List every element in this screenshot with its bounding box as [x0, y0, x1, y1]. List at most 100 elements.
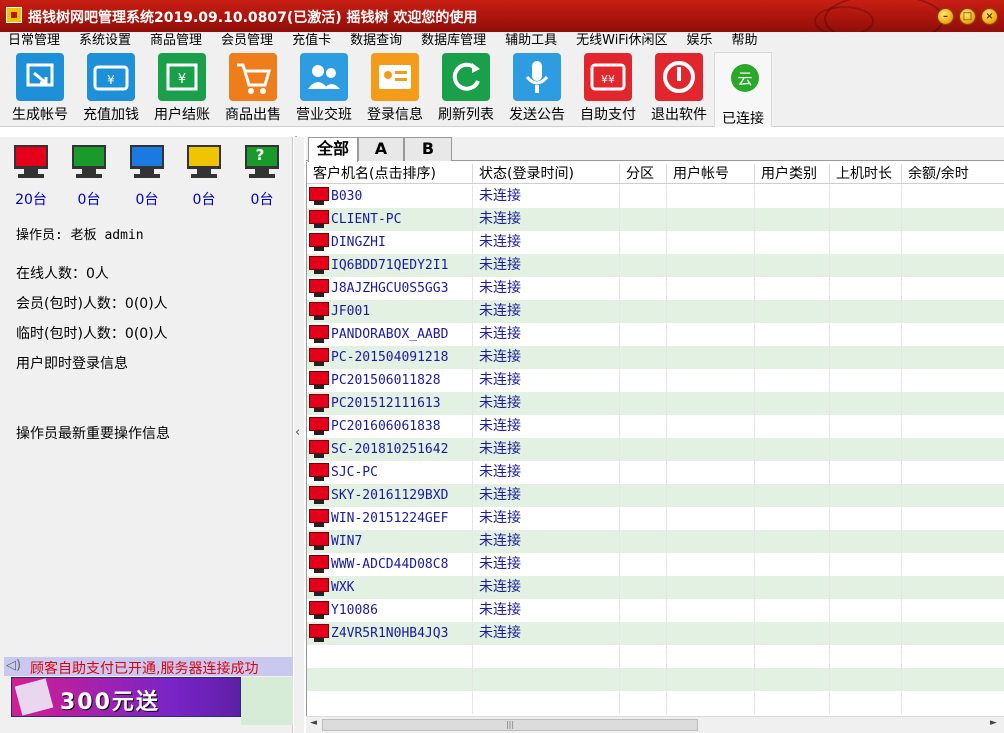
monitor-offline-icon	[309, 187, 329, 206]
column-header[interactable]: 客户机名(点击排序)	[307, 164, 473, 183]
table-cell	[667, 254, 755, 277]
table-row[interactable]: WXK 未连接	[307, 576, 1004, 599]
maximize-button[interactable]: □	[959, 8, 976, 25]
tab-all[interactable]: 全部	[308, 137, 358, 162]
toolbar-button-10[interactable]: 云已连接	[714, 52, 772, 127]
table-row[interactable]: PC201512111613 未连接	[307, 392, 1004, 415]
menu-item-4[interactable]: 充值卡	[292, 32, 331, 50]
table-header: 客户机名(点击排序) 状态(登录时间) 分区 用户帐号 用户类别 上机时长 余额/余时	[307, 164, 1004, 184]
toolbar-button-3[interactable]: 商品出售	[219, 52, 287, 124]
status-count: 0台	[77, 192, 101, 208]
promo-banner[interactable]: 300元送	[11, 677, 241, 717]
status-monitor-icon[interactable]	[187, 145, 221, 181]
tab-b[interactable]: B	[404, 137, 452, 161]
table-row[interactable]: PC201506011828 未连接	[307, 369, 1004, 392]
table-row[interactable]: J8AJZHGCU0S5GG3 未连接	[307, 277, 1004, 300]
monitor-offline-icon	[309, 394, 329, 413]
menu-item-5[interactable]: 数据查询	[350, 32, 402, 50]
menu-item-1[interactable]: 系统设置	[79, 32, 131, 50]
monitor-offline-icon	[309, 279, 329, 298]
table-row[interactable]: IQ6BDD71QEDY2I1 未连接	[307, 254, 1004, 277]
generate-account-icon	[16, 53, 64, 101]
column-header[interactable]: 状态(登录时间)	[473, 164, 620, 183]
table-row[interactable]: Y10086 未连接	[307, 599, 1004, 622]
table-cell	[667, 461, 755, 484]
table-cell	[902, 300, 1004, 323]
monitor-offline-icon	[309, 555, 329, 574]
table-cell	[755, 438, 830, 461]
speaker-icon: ◁)	[6, 658, 22, 673]
toolbar-button-1[interactable]: ¥ 充值加钱	[77, 52, 145, 124]
column-header[interactable]: 分区	[620, 164, 667, 183]
menu-item-3[interactable]: 会员管理	[221, 32, 273, 50]
column-header[interactable]: 余额/余时	[902, 164, 1004, 183]
menu-item-7[interactable]: 辅助工具	[505, 32, 557, 50]
column-header[interactable]: 上机时长	[830, 164, 902, 183]
table-row[interactable]: WIN7 未连接	[307, 530, 1004, 553]
table-cell	[902, 553, 1004, 576]
status-monitor-icon[interactable]	[72, 145, 106, 181]
status-monitor-icon[interactable]: ?	[245, 145, 279, 181]
close-button[interactable]: ×	[981, 8, 998, 25]
collapse-arrow-icon[interactable]: ‹	[295, 425, 300, 440]
table-row[interactable]	[307, 645, 1004, 668]
table-row[interactable]	[307, 691, 1004, 714]
monitor-offline-icon	[309, 624, 329, 643]
column-header[interactable]: 用户帐号	[667, 164, 755, 183]
toolbar-button-5[interactable]: 登录信息	[361, 52, 429, 124]
monitor-offline-icon	[309, 325, 329, 344]
tab-a[interactable]: A	[358, 137, 404, 161]
menu-item-6[interactable]: 数据库管理	[421, 32, 486, 50]
notice-text: 顾客自助支付已开通,服务器连接成功	[30, 661, 259, 677]
table-cell	[830, 484, 902, 507]
toolbar-label: 刷新列表	[438, 107, 494, 123]
table-row[interactable]: B030 未连接	[307, 185, 1004, 208]
table-row[interactable]: SC-201810251642 未连接	[307, 438, 1004, 461]
toolbar-button-9[interactable]: 退出软件	[645, 52, 713, 124]
menu-item-10[interactable]: 帮助	[731, 32, 757, 50]
menu-item-2[interactable]: 商品管理	[150, 32, 202, 50]
table-row[interactable]: SJC-PC 未连接	[307, 461, 1004, 484]
client-name-cell	[307, 645, 473, 668]
table-row[interactable]: PANDORABOX_AABD 未连接	[307, 323, 1004, 346]
toolbar-button-4[interactable]: 营业交班	[290, 52, 358, 124]
column-header[interactable]: 用户类别	[755, 164, 830, 183]
toolbar-button-6[interactable]: 刷新列表	[432, 52, 500, 124]
title-bar: 摇钱树网吧管理系统2019.09.10.0807(已激活) 摇钱树 欢迎您的使用…	[0, 0, 1004, 32]
horizontal-scrollbar[interactable]: ◄ ||| ►	[306, 716, 1004, 733]
table-row[interactable]: WIN-20151224GEF 未连接	[307, 507, 1004, 530]
table-row[interactable]	[307, 668, 1004, 691]
table-cell	[755, 185, 830, 208]
toolbar-button-0[interactable]: 生成帐号	[6, 52, 74, 124]
client-name-cell: WIN-20151224GEF	[307, 507, 473, 530]
menu-item-9[interactable]: 娱乐	[686, 32, 712, 50]
table-row[interactable]: PC201606061838 未连接	[307, 415, 1004, 438]
scroll-left-icon[interactable]: ◄	[310, 718, 317, 728]
table-row[interactable]: DINGZHI 未连接	[307, 231, 1004, 254]
panel-splitter[interactable]: ‹	[294, 137, 304, 733]
table-row[interactable]: CLIENT-PC 未连接	[307, 208, 1004, 231]
status-monitor-icon[interactable]	[130, 145, 164, 181]
toolbar-button-8[interactable]: ¥¥ 自助支付	[574, 52, 642, 124]
scroll-thumb[interactable]: |||	[322, 719, 698, 731]
table-row[interactable]: JF001 未连接	[307, 300, 1004, 323]
table-cell	[830, 231, 902, 254]
table-cell	[755, 691, 830, 714]
status-monitor-icon[interactable]	[14, 145, 48, 181]
scroll-right-icon[interactable]: ►	[990, 718, 997, 728]
table-cell	[830, 346, 902, 369]
table-row[interactable]: WWW-ADCD44D08C8 未连接	[307, 553, 1004, 576]
client-name: PC201606061838	[331, 419, 441, 434]
table-row[interactable]: PC-201504091218 未连接	[307, 346, 1004, 369]
table-row[interactable]: SKY-20161129BXD 未连接	[307, 484, 1004, 507]
table-row[interactable]: Z4VR5R1N0HB4JQ3 未连接	[307, 622, 1004, 645]
toolbar-button-7[interactable]: 发送公告	[503, 52, 571, 124]
table-cell	[902, 231, 1004, 254]
table-cell	[830, 553, 902, 576]
minimize-button[interactable]: –	[937, 8, 954, 25]
toolbar-button-2[interactable]: ¥ 用户结账	[148, 52, 216, 124]
menu-item-8[interactable]: 无线WiFi休闲区	[576, 32, 667, 50]
operator-info-label: 操作员最新重要操作信息	[16, 426, 170, 442]
menu-item-0[interactable]: 日常管理	[8, 32, 60, 50]
monitor-offline-icon	[309, 601, 329, 620]
